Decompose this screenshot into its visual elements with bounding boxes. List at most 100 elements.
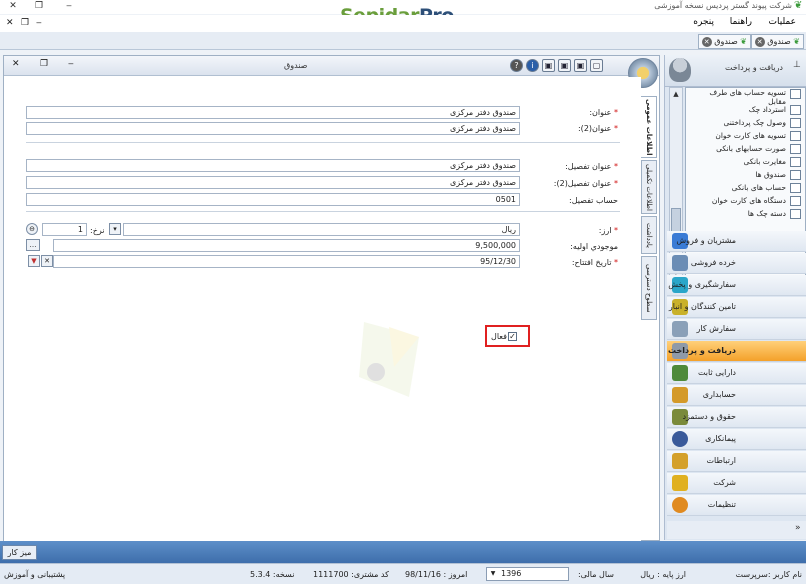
list-item[interactable]: تسویه های کارت خوان (689, 130, 801, 143)
form-icon (790, 196, 801, 206)
open-date-field[interactable]: 95/12/30 (53, 255, 520, 268)
close-window-button[interactable]: ✕ (6, 0, 20, 13)
form-minimize-icon[interactable]: ‒ (68, 59, 74, 69)
taskbar: میز کار (0, 541, 806, 563)
form-icon (790, 170, 801, 180)
contract-icon (672, 431, 688, 447)
save-as-icon[interactable]: ▣ (542, 59, 555, 72)
help-icon[interactable]: ? (510, 59, 523, 72)
communications-icon (672, 453, 688, 469)
doc-tab-icon: ❦ (793, 37, 800, 46)
list-item[interactable]: مغایرت بانکی (689, 156, 801, 169)
divider (26, 142, 620, 143)
save-close-icon[interactable]: ▣ (558, 59, 571, 72)
module-retail[interactable]: خرده فروشی (667, 253, 806, 274)
module-suppliers[interactable]: تامین کنندگان و انبار (667, 297, 806, 318)
doc-tab-label: صندوق (767, 37, 791, 46)
form-vertical-tabs: اطلاعات عمومی اطلاعات تکمیلی یادداشت سطو… (641, 96, 659, 326)
module-company[interactable]: شرکت (667, 473, 806, 494)
doc-tab-label: صندوق (714, 37, 738, 46)
status-customer-code: کد مشتری: 1111700 (313, 570, 389, 579)
company-icon (672, 475, 688, 491)
tab-notes[interactable]: یادداشت (641, 216, 657, 254)
fiscal-year-value: 1396 (501, 569, 522, 578)
fiscal-year-label: سال مالی: (577, 570, 614, 579)
document-tabs: ❦ صندوق ✕ ❦ صندوق ✕ (0, 32, 806, 50)
settings-icon (672, 497, 688, 513)
detail-account-label: حساب تفصیل: (569, 196, 618, 205)
info-icon[interactable]: i (526, 59, 539, 72)
module-accounting[interactable]: حسابداری (667, 385, 806, 406)
calendar-icon[interactable]: ▼ (28, 255, 40, 267)
doc-tab-2[interactable]: ❦ صندوق ✕ (697, 34, 751, 49)
title2-field[interactable]: صندوق دفتر مرکزی (26, 122, 520, 135)
form-icon (790, 89, 801, 99)
required-icon: * (614, 226, 618, 235)
currency-label: * ارز: (598, 226, 618, 235)
module-work-order[interactable]: سفارش کار (667, 319, 806, 340)
menu-operations[interactable]: عملیات (769, 17, 796, 27)
detail-account-field[interactable]: 0501 (26, 193, 520, 206)
status-bar: نام کاربر :سرپرست ارز پایه : ریال سال ما… (0, 563, 806, 584)
module-sales[interactable]: مشتریان و فروش (667, 231, 806, 252)
mdi-restore-icon[interactable]: ❐ (21, 18, 29, 28)
fiscal-year-select[interactable]: ▼ 1396 (486, 567, 569, 581)
expand-chevron-icon[interactable]: » (795, 523, 801, 533)
module-payroll[interactable]: حقوق و دستمزد (667, 407, 806, 428)
rate-calculator-icon[interactable]: ⊖ (26, 223, 38, 235)
form-title-bar: ✕ ❐ ‒ صندوق ? i ▣ ▣ ▣ ▢ (4, 56, 659, 76)
title-field[interactable]: صندوق دفتر مرکزی (26, 106, 520, 119)
currency-dropdown-icon[interactable]: ▾ (109, 223, 121, 235)
form-icon (790, 144, 801, 154)
sidebar-footer: » (667, 521, 806, 539)
save-icon[interactable]: ▣ (574, 59, 587, 72)
desktop-button[interactable]: میز کار (2, 545, 37, 560)
opening-balance-field[interactable]: 9,500,000 (53, 239, 520, 252)
list-item[interactable]: حساب های بانکی (689, 182, 801, 195)
list-item[interactable]: دستگاه های کارت خوان (689, 195, 801, 208)
detail-title2-field[interactable]: صندوق دفتر مرکزی (26, 176, 520, 189)
restore-window-button[interactable]: ❐ (32, 0, 46, 13)
tab-general[interactable]: اطلاعات عمومی (641, 96, 657, 158)
scroll-up-icon[interactable]: ▲ (672, 90, 680, 98)
active-checkbox[interactable]: ✓ (508, 332, 517, 341)
ledger-icon (672, 387, 688, 403)
doc-tab-1[interactable]: ❦ صندوق ✕ (750, 34, 804, 49)
rate-field[interactable]: 1 (42, 223, 87, 236)
list-item[interactable]: وصول چک پرداختنی (689, 117, 801, 130)
form-close-icon[interactable]: ✕ (12, 59, 20, 69)
currency-select[interactable]: ریال (123, 223, 520, 236)
module-settings[interactable]: تنظیمات (667, 495, 806, 516)
module-communications[interactable]: ارتباطات (667, 451, 806, 472)
form-icon (790, 105, 801, 115)
module-receipts-payments[interactable]: دریافت و پرداخت (667, 341, 806, 362)
close-tab-icon[interactable]: ✕ (754, 36, 765, 47)
tab-extra[interactable]: اطلاعات تکمیلی (641, 160, 657, 214)
list-item[interactable]: صندوق ها (689, 169, 801, 182)
sidebar-header: ⊥ دریافت و پرداخت (665, 55, 806, 87)
tab-access[interactable]: سطوح دسترسی (641, 256, 657, 320)
close-tab-icon[interactable]: ✕ (701, 36, 712, 47)
menu-window[interactable]: پنجره (693, 17, 714, 27)
form-restore-icon[interactable]: ❐ (40, 59, 48, 69)
list-item[interactable]: صورت حسابهای بانکی (689, 143, 801, 156)
module-fixed-assets[interactable]: دارایی ثابت (667, 363, 806, 384)
pin-icon[interactable]: ⊥ (793, 60, 801, 70)
form-icon (790, 118, 801, 128)
list-item[interactable]: استرداد چک (689, 104, 801, 117)
form-window: ✕ ❐ ‒ صندوق ? i ▣ ▣ ▣ ▢ * عنوان: صندوق د… (3, 55, 660, 541)
detail-title-field[interactable]: صندوق دفتر مرکزی (26, 159, 520, 172)
module-distribution[interactable]: سفارشگیری و پخش (667, 275, 806, 296)
list-item[interactable]: دسته چک ها (689, 208, 801, 221)
minimize-window-button[interactable]: ‒ (62, 0, 76, 13)
status-user: نام کاربر :سرپرست (735, 570, 802, 579)
support-link[interactable]: پشتیبانی و آموزش (4, 570, 65, 579)
open-date-label: * تاریخ افتتاح: (571, 258, 618, 267)
mdi-minimize-icon[interactable]: ‒ (36, 18, 42, 28)
opening-balance-more-button[interactable]: … (26, 239, 40, 251)
module-contracting[interactable]: پیمانکاری (667, 429, 806, 450)
menu-help[interactable]: راهنما (730, 17, 752, 27)
clear-date-icon[interactable]: ✕ (41, 255, 53, 267)
mdi-close-icon[interactable]: ✕ (6, 18, 14, 28)
new-document-icon[interactable]: ▢ (590, 59, 603, 72)
